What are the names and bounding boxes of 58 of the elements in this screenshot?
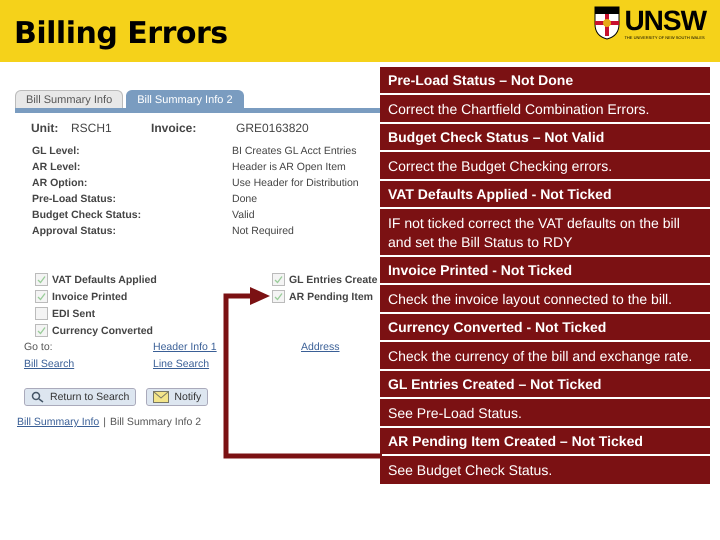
- checkbox-label: AR Pending Item: [289, 290, 374, 302]
- callout-text: Correct the Chartfield Combination Errors.: [387, 100, 650, 119]
- field-value: Use Header for Distribution: [232, 177, 360, 189]
- field-label: Unit:: [31, 121, 60, 135]
- tab[interactable]: Bill Summary Info: [15, 90, 124, 108]
- field-label: Pre-Load Status:: [32, 193, 118, 205]
- checkbox[interactable]: [272, 273, 285, 286]
- goto-label: Go to:: [24, 341, 54, 353]
- field-value: Valid: [232, 209, 256, 221]
- callout-title: Budget Check Status – Not Valid: [380, 124, 710, 152]
- checkbox[interactable]: [35, 290, 48, 303]
- field-value: Done: [232, 193, 258, 205]
- field-label: AR Option:: [32, 177, 88, 189]
- field-label: Invoice:: [151, 121, 198, 135]
- field-value: GRE0163820: [236, 121, 310, 135]
- callout-title: Pre-Load Status – Not Done: [380, 67, 710, 95]
- checkbox[interactable]: [35, 273, 48, 286]
- field-label: Approval Status:: [32, 225, 118, 237]
- callout-title: Currency Converted - Not Ticked: [380, 314, 710, 342]
- callout-text: See Budget Check Status.: [387, 461, 554, 480]
- checkbox-label: VAT Defaults Applied: [52, 274, 157, 286]
- callout-text: Check the currency of the bill and exchange rate.: [387, 346, 694, 366]
- field-label: AR Level:: [32, 161, 82, 173]
- callout-text: IF not ticked correct the VAT defaults on the bill and set the Bill Status to RDY: [387, 214, 681, 252]
- separator: |: [103, 416, 106, 428]
- nav-link[interactable]: Line Search: [153, 358, 301, 370]
- checkbox[interactable]: [35, 324, 48, 337]
- callout-text: Check the invoice layout connected to the bill.: [387, 290, 674, 309]
- nav-link[interactable]: Address: [301, 341, 380, 353]
- field-value: Not Required: [232, 225, 295, 237]
- callout-text: Correct the Budget Checking errors.: [387, 157, 614, 176]
- field-value: Header is AR Open Item: [232, 161, 347, 173]
- page-link[interactable]: Bill Summary Info: [17, 416, 100, 428]
- logo-wordmark: UNSW: [624, 6, 706, 34]
- field-value: BI Creates GL Acct Entries: [232, 145, 358, 157]
- envelope-icon: [153, 391, 170, 403]
- field-value: RSCH1: [71, 121, 113, 135]
- field-label: Budget Check Status:: [32, 209, 142, 221]
- checkbox-label: EDI Sent: [52, 308, 96, 320]
- checkbox-label: Invoice Printed: [52, 290, 128, 302]
- callout-title: GL Entries Created – Not Ticked: [380, 371, 710, 400]
- checkbox-label: GL Entries Create: [289, 274, 378, 286]
- magnifier-icon: [31, 391, 45, 403]
- return-button[interactable]: Return to Search: [24, 388, 136, 406]
- slide-title: Billing Errors: [14, 16, 228, 51]
- current-page-label: Bill Summary Info 2: [110, 416, 202, 428]
- nav-link[interactable]: Header Info 1: [153, 341, 301, 353]
- field-label: GL Level:: [32, 145, 81, 157]
- checkbox[interactable]: [272, 290, 285, 303]
- notify-button[interactable]: Notify: [146, 388, 208, 406]
- callout-text: See Pre-Load Status.: [387, 404, 523, 424]
- nav-link[interactable]: Bill Search: [24, 358, 153, 370]
- callout-title: VAT Defaults Applied - Not Ticked: [380, 181, 710, 210]
- checkbox[interactable]: [35, 307, 48, 320]
- checkbox-label: Currency Converted: [52, 324, 153, 336]
- crest-icon: [594, 6, 620, 40]
- callout-title: Invoice Printed - Not Ticked: [380, 256, 710, 285]
- callout-title: AR Pending Item Created – Not Ticked: [380, 428, 710, 456]
